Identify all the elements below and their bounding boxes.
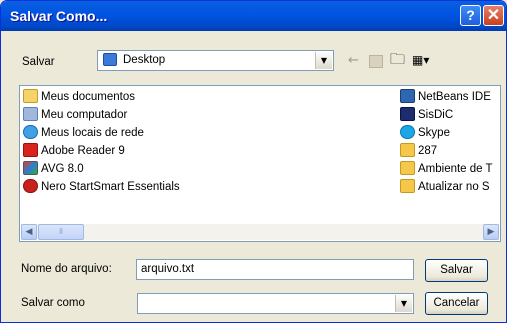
skype-icon xyxy=(400,125,415,139)
list-item[interactable]: Atualizar no S xyxy=(400,179,490,196)
desktop-icon xyxy=(103,53,117,66)
folder-icon xyxy=(400,179,415,193)
list-item[interactable]: Nero StartSmart Essentials xyxy=(23,179,180,196)
my-documents-icon xyxy=(23,89,38,103)
filename-input[interactable]: arquivo.txt xyxy=(136,259,414,280)
file-list[interactable]: Meus documentos Meu computador Meus loca… xyxy=(19,85,501,242)
scroll-right-icon[interactable]: ▶ xyxy=(483,224,499,240)
chevron-down-icon[interactable]: ▼ xyxy=(315,52,332,69)
location-label: Salvar xyxy=(22,56,55,68)
item-label: NetBeans IDE xyxy=(418,91,491,103)
item-label: Ambiente de T xyxy=(418,163,493,175)
sisdic-icon xyxy=(400,107,415,121)
item-label: Nero StartSmart Essentials xyxy=(41,181,180,193)
list-item[interactable]: NetBeans IDE xyxy=(400,89,491,106)
item-label: Meu computador xyxy=(41,109,128,121)
window-title: Salvar Como... xyxy=(10,8,108,24)
network-places-icon xyxy=(23,125,38,139)
location-value: Desktop xyxy=(123,54,166,66)
list-item[interactable]: Adobe Reader 9 xyxy=(23,143,125,160)
item-label: Atualizar no S xyxy=(418,181,490,193)
chevron-down-icon[interactable]: ▼ xyxy=(395,295,412,312)
adobe-reader-icon xyxy=(23,143,38,157)
back-icon[interactable]: ← xyxy=(348,53,359,68)
list-item[interactable]: AVG 8.0 xyxy=(23,161,84,178)
cancel-button[interactable]: Cancelar xyxy=(425,292,488,315)
item-label: AVG 8.0 xyxy=(41,163,84,175)
scrollbar-thumb[interactable]: ⦀ xyxy=(38,224,84,240)
scroll-left-icon[interactable]: ◀ xyxy=(21,224,37,240)
horizontal-scrollbar[interactable]: ◀ ⦀ ▶ xyxy=(21,224,499,240)
location-dropdown[interactable]: Desktop ▼ xyxy=(97,50,334,71)
item-label: Skype xyxy=(418,127,450,139)
help-button[interactable]: ? xyxy=(460,5,481,26)
folder-icon xyxy=(400,143,415,157)
list-item[interactable]: Ambiente de T xyxy=(400,161,493,178)
up-folder-icon[interactable] xyxy=(369,55,383,68)
list-item[interactable]: SisDiC xyxy=(400,107,453,124)
avg-icon xyxy=(23,161,38,175)
title-bar[interactable]: Salvar Como... ? ✕ xyxy=(1,1,506,31)
save-button[interactable]: Salvar xyxy=(425,259,488,282)
new-folder-icon[interactable]: 🗀 xyxy=(390,52,405,67)
save-as-dialog: Salvar Como... ? ✕ Salvar Desktop ▼ ← 🗀 … xyxy=(0,0,507,323)
item-label: Adobe Reader 9 xyxy=(41,145,125,157)
filename-label: Nome do arquivo: xyxy=(21,263,112,275)
my-computer-icon xyxy=(23,107,38,121)
list-item[interactable]: Skype xyxy=(400,125,450,142)
netbeans-icon xyxy=(400,89,415,103)
folder-icon xyxy=(400,161,415,175)
close-button[interactable]: ✕ xyxy=(483,5,504,26)
list-item[interactable]: Meu computador xyxy=(23,107,127,124)
filetype-label: Salvar como xyxy=(21,297,85,309)
item-label: SisDiC xyxy=(418,109,454,121)
item-label: Meus documentos xyxy=(41,91,135,103)
item-label: 287 xyxy=(418,145,438,157)
nero-icon xyxy=(23,179,38,193)
list-item[interactable]: Meus locais de rede xyxy=(23,125,144,142)
view-menu-icon[interactable]: ▦▾ xyxy=(412,53,429,68)
filetype-dropdown[interactable]: ▼ xyxy=(137,293,414,314)
list-item[interactable]: 287 xyxy=(400,143,437,160)
list-item[interactable]: Meus documentos xyxy=(23,89,135,106)
item-label: Meus locais de rede xyxy=(41,127,144,139)
